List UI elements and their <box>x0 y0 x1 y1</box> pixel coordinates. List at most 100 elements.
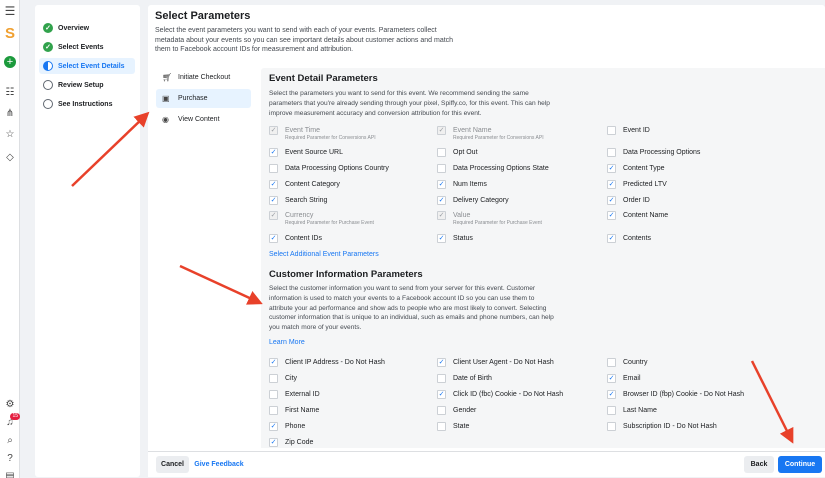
checkbox-empty[interactable] <box>437 164 446 173</box>
step-overview[interactable]: ✓ Overview <box>43 20 135 36</box>
parameter-checkbox[interactable]: ✓ Phone <box>269 422 305 431</box>
parameter-checkbox[interactable]: First Name <box>269 406 319 415</box>
star-icon[interactable]: ☆ <box>3 127 17 141</box>
checkbox-empty[interactable] <box>607 422 616 431</box>
event-purchase[interactable]: ▣ Purchase <box>156 89 251 108</box>
checkmark-icon[interactable]: ✓ <box>437 234 446 243</box>
parameter-checkbox[interactable]: Last Name <box>607 406 657 415</box>
checkmark-icon[interactable]: ✓ <box>607 211 616 220</box>
add-params-link[interactable]: Select Additional Event Parameters <box>269 251 379 258</box>
parameter-name: Phone <box>285 423 306 430</box>
help-icon[interactable]: ? <box>3 451 17 465</box>
checkbox-empty[interactable] <box>269 406 278 415</box>
checkbox-empty[interactable] <box>269 164 278 173</box>
parameter-name: Content Type <box>623 165 665 172</box>
continue-button[interactable]: Continue <box>778 456 822 473</box>
checkbox-empty[interactable] <box>437 422 446 431</box>
parameter-checkbox[interactable]: ✓ Contents <box>607 234 651 243</box>
step-review-setup[interactable]: Review Setup <box>43 77 135 93</box>
parameter-name: Content Category <box>285 181 340 188</box>
parameter-checkbox[interactable]: ✓ Content Category <box>269 180 340 189</box>
checkbox-empty[interactable] <box>437 406 446 415</box>
checkmark-icon[interactable]: ✓ <box>269 180 278 189</box>
checkmark-icon[interactable]: ✓ <box>269 438 278 447</box>
search-icon[interactable]: ⌕ <box>3 433 17 447</box>
checkmark-icon[interactable]: ✓ <box>269 422 278 431</box>
parameter-checkbox[interactable]: ✓ Content IDs <box>269 234 322 243</box>
parameter-checkbox[interactable]: ✓ Event Source URL <box>269 148 343 157</box>
parameter-checkbox[interactable]: Data Processing Options Country <box>269 164 389 173</box>
checkmark-icon[interactable]: ✓ <box>607 180 616 189</box>
list-icon[interactable]: ☷ <box>3 85 17 99</box>
checkbox-empty[interactable] <box>607 148 616 157</box>
checkmark-icon[interactable]: ✓ <box>269 148 278 157</box>
checkmark-icon[interactable]: ✓ <box>437 196 446 205</box>
gem-icon[interactable]: ◇ <box>3 150 17 164</box>
checkmark-icon[interactable]: ✓ <box>607 196 616 205</box>
menu-icon[interactable]: ☰ <box>3 4 17 18</box>
checkmark-icon[interactable]: ✓ <box>437 180 446 189</box>
checkmark-icon[interactable]: ✓ <box>437 358 446 367</box>
parameter-checkbox[interactable]: Data Processing Options <box>607 148 700 157</box>
checkbox-empty[interactable] <box>269 374 278 383</box>
parameter-checkbox[interactable]: External ID <box>269 390 320 399</box>
circle-icon <box>43 99 53 109</box>
parameter-checkbox[interactable]: Event ID <box>607 126 650 135</box>
parameter-checkbox[interactable]: ✓ Browser ID (fbp) Cookie - Do Not Hash <box>607 390 744 399</box>
doc-icon[interactable]: ▤ <box>3 469 17 478</box>
checkmark-icon[interactable]: ✓ <box>269 358 278 367</box>
checkmark-icon[interactable]: ✓ <box>607 234 616 243</box>
parameter-checkbox[interactable]: Country <box>607 358 648 367</box>
cancel-button[interactable]: Cancel <box>156 456 189 473</box>
parameter-checkbox[interactable]: State <box>437 422 469 431</box>
checkbox-empty[interactable] <box>437 148 446 157</box>
parameter-checkbox[interactable]: ✓ Order ID <box>607 196 650 205</box>
parameter-checkbox[interactable]: Subscription ID - Do Not Hash <box>607 422 717 431</box>
checkmark-icon[interactable]: ✓ <box>607 164 616 173</box>
give-feedback-link[interactable]: Give Feedback <box>194 456 244 473</box>
checkmark-icon[interactable]: ✓ <box>269 196 278 205</box>
parameter-checkbox[interactable]: Data Processing Options State <box>437 164 549 173</box>
add-icon[interactable]: + <box>4 56 16 68</box>
parameter-checkbox[interactable]: ✓ Content Name <box>607 211 668 220</box>
parameter-name: Event Source URL <box>285 149 343 156</box>
parameter-checkbox[interactable]: ✓ Client IP Address - Do Not Hash <box>269 358 385 367</box>
checkbox-empty[interactable] <box>607 406 616 415</box>
parameter-name: Date of Birth <box>453 375 492 382</box>
event-initiate-checkout[interactable]: 🛒︎ Initiate Checkout <box>156 68 251 87</box>
parameter-checkbox[interactable]: ✓ Click ID (fbc) Cookie - Do Not Hash <box>437 390 563 399</box>
parameter-checkbox[interactable]: ✓ Zip Code <box>269 438 313 447</box>
learn-more-link[interactable]: Learn More <box>269 339 305 346</box>
gear-icon[interactable]: ⚙ <box>3 397 17 411</box>
event-view-content[interactable]: ◉ View Content <box>156 110 251 129</box>
parameter-label: First Name <box>285 406 319 415</box>
step-select-event-details[interactable]: Select Event Details <box>39 58 135 74</box>
parameter-checkbox[interactable]: ✓ Status <box>437 234 473 243</box>
checkmark-icon[interactable]: ✓ <box>607 374 616 383</box>
step-select-events[interactable]: ✓ Select Events <box>43 39 135 55</box>
back-button[interactable]: Back <box>744 456 774 473</box>
checkbox-empty[interactable] <box>607 358 616 367</box>
checkmark-icon[interactable]: ✓ <box>437 390 446 399</box>
parameter-checkbox[interactable]: Opt Out <box>437 148 478 157</box>
checkbox-empty[interactable] <box>437 374 446 383</box>
parameter-checkbox[interactable]: Gender <box>437 406 476 415</box>
parameter-checkbox[interactable]: Date of Birth <box>437 374 492 383</box>
checkmark-icon[interactable]: ✓ <box>607 390 616 399</box>
parameter-checkbox[interactable]: City <box>269 374 297 383</box>
parameters-scroll-area[interactable]: Event Detail Parameters Select the param… <box>261 68 825 448</box>
graph-icon[interactable]: ⋔ <box>3 106 17 120</box>
app-logo[interactable]: S <box>3 25 17 42</box>
parameter-checkbox[interactable]: ✓ Predicted LTV <box>607 180 667 189</box>
parameter-checkbox[interactable]: ✓ Content Type <box>607 164 665 173</box>
parameter-checkbox[interactable]: ✓ Search String <box>269 196 327 205</box>
step-see-instructions[interactable]: See Instructions <box>43 96 135 112</box>
parameter-checkbox[interactable]: ✓ Email <box>607 374 641 383</box>
bell-icon[interactable]: ♫ 15 <box>3 413 20 429</box>
parameter-checkbox[interactable]: ✓ Client User Agent - Do Not Hash <box>437 358 554 367</box>
checkbox-empty[interactable] <box>607 126 616 135</box>
checkmark-icon[interactable]: ✓ <box>269 234 278 243</box>
checkbox-empty[interactable] <box>269 390 278 399</box>
parameter-checkbox[interactable]: ✓ Num Items <box>437 180 487 189</box>
parameter-checkbox[interactable]: ✓ Delivery Category <box>437 196 509 205</box>
